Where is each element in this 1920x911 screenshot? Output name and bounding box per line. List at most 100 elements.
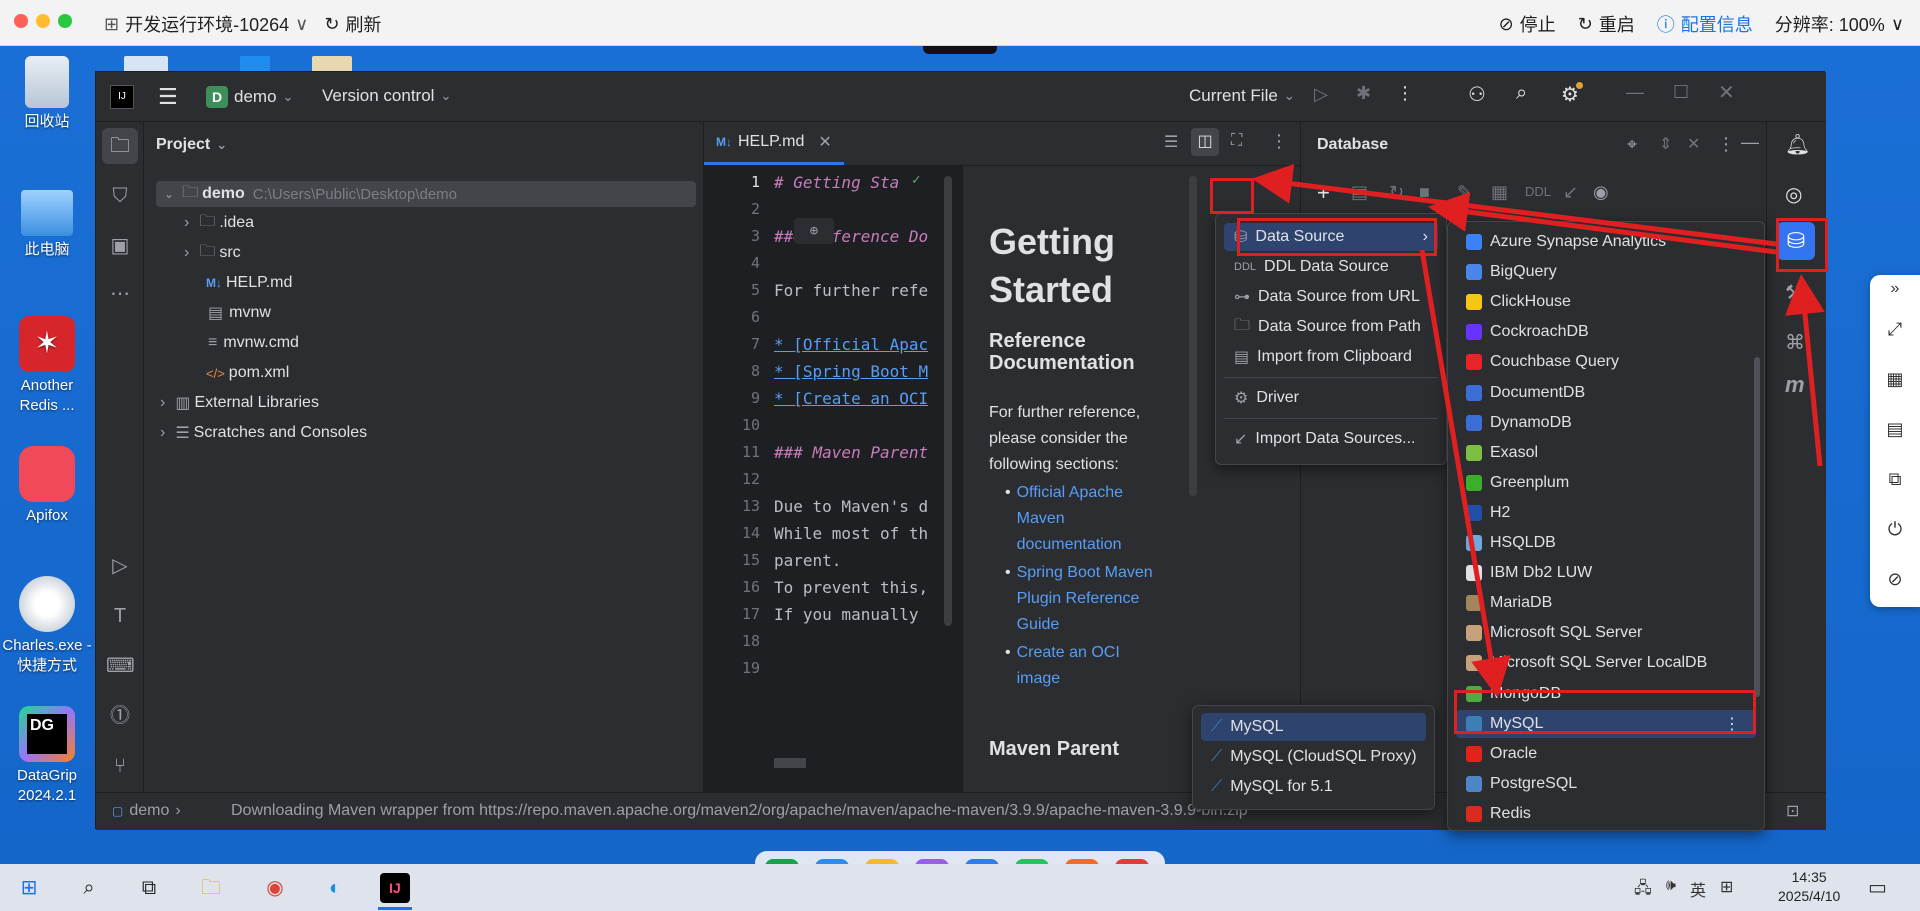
status-breadcrumb[interactable]: demo [129, 802, 169, 820]
editor-only-icon[interactable]: ☰ [1164, 132, 1178, 152]
restart-button[interactable]: ↻ 重启 [1578, 11, 1635, 37]
preview-link[interactable]: Create an OCI image [1017, 640, 1155, 692]
run-icon[interactable]: ▷ [1314, 84, 1328, 105]
hide-panel-icon[interactable]: — [1741, 132, 1759, 153]
code-area[interactable]: # Getting Sta ### Reference Do For furth… [774, 166, 974, 792]
refresh-icon[interactable]: ↻ [1389, 182, 1404, 203]
intellij-logo-icon[interactable]: IJ [110, 85, 134, 109]
network-icon[interactable]: 🖧 [1634, 877, 1652, 904]
tree-row-pom[interactable]: </> pom.xml [144, 360, 704, 386]
submenu-item-mysql-cloudsql[interactable]: ⟋ MySQL (CloudSQL Proxy) [1201, 743, 1426, 771]
more-vertical-icon[interactable]: ⋮ [1396, 83, 1414, 104]
datasource-scrollbar[interactable] [1754, 357, 1760, 697]
volume-icon[interactable]: 🕪 [1666, 877, 1676, 904]
desktop-icon-apifox[interactable]: Apifox [2, 446, 92, 526]
ddl-button[interactable]: DDL [1525, 184, 1551, 199]
tree-row-idea[interactable]: › 🗀 .idea [144, 210, 704, 236]
chevron-right-icon[interactable]: › [184, 244, 189, 262]
datasource-item[interactable]: Oracle [1456, 740, 1756, 768]
desktop-icon-another-redis[interactable]: ✶ Another Redis ... [2, 316, 92, 416]
split-view-icon[interactable]: ◫ [1191, 128, 1219, 156]
task-view-icon[interactable]: ⧉ [134, 873, 164, 903]
datasource-item[interactable]: Microsoft SQL Server LocalDB [1456, 649, 1756, 677]
menu-item-driver[interactable]: ⚙ Driver [1224, 384, 1438, 412]
chrome-icon[interactable]: ◉ [260, 873, 290, 903]
jump-icon[interactable]: ↙ [1563, 182, 1578, 203]
copy-icon[interactable]: ⧉ [1883, 467, 1907, 491]
datasource-item[interactable]: Redis [1456, 800, 1756, 828]
fullscreen-icon[interactable]: ⤢ [1883, 317, 1907, 341]
env-selector[interactable]: 开发运行环境-10264 [125, 11, 289, 37]
tree-row-external-libraries[interactable]: › ▥ External Libraries [144, 390, 704, 416]
debug-bug-icon[interactable]: ✱ [1356, 83, 1371, 104]
chevron-right-icon[interactable]: › [160, 394, 165, 412]
tree-row-help[interactable]: M↓ HELP.md [144, 270, 704, 296]
project-selector[interactable]: demo [234, 87, 277, 107]
desktop-icon-recycle-bin[interactable]: 回收站 [2, 56, 92, 132]
ime-mode-icon[interactable]: ⊞ [1720, 877, 1733, 904]
horizontal-scrollbar[interactable] [774, 758, 806, 768]
datasource-item[interactable]: ClickHouse [1456, 288, 1756, 316]
datasource-item[interactable]: H2 [1456, 499, 1756, 527]
search-icon[interactable]: ⌕ [74, 873, 104, 903]
power-icon[interactable]: ⏻ [1883, 517, 1907, 541]
endpoints-icon[interactable]: ⌘ [1785, 330, 1805, 355]
edit-icon[interactable]: ✎ [1457, 182, 1472, 203]
preview-link[interactable]: Official Apache Maven documentation [1017, 480, 1155, 558]
chevron-down-icon[interactable]: ⌄ [164, 187, 174, 201]
properties-icon[interactable]: ▤ [1351, 182, 1368, 203]
problems-icon[interactable]: ⓵ [106, 702, 134, 730]
services-icon[interactable]: ▷ [106, 552, 134, 580]
inspection-widget-icon[interactable]: ⊕ [794, 218, 834, 244]
datasource-item[interactable]: HSQLDB [1456, 529, 1756, 557]
locate-crosshair-icon[interactable]: ⌖ [1627, 134, 1637, 155]
ime-indicator[interactable]: 英 [1690, 877, 1706, 904]
tree-row-scratches[interactable]: › ☰ Scratches and Consoles [144, 420, 704, 446]
refresh-button[interactable]: 刷新 [345, 11, 381, 37]
project-panel-title[interactable]: Project [156, 136, 210, 154]
refresh-icon[interactable]: ↻ [324, 14, 339, 35]
hide-eye-icon[interactable]: ⊘ [1883, 567, 1907, 591]
resolution-selector[interactable]: 分辨率: 100% ∨ [1775, 11, 1904, 37]
vcs-selector[interactable]: Version control [322, 86, 434, 106]
datasource-item[interactable]: IBM Db2 LUW [1456, 559, 1756, 587]
window-maximize-icon[interactable]: ☐ [1673, 82, 1689, 103]
preview-link[interactable]: Spring Boot Maven Plugin Reference Guide [1017, 560, 1155, 638]
chevron-right-icon[interactable]: › [160, 424, 165, 442]
notification-center-icon[interactable]: ▭ [1868, 875, 1887, 900]
more-vertical-icon[interactable]: ⋮ [1717, 134, 1735, 155]
datasource-item[interactable]: Greenplum [1456, 469, 1756, 497]
ai-assistant-icon[interactable]: ◎ [1785, 182, 1802, 207]
submenu-item-mysql-51[interactable]: ⟋ MySQL for 5.1 [1201, 773, 1426, 801]
clock[interactable]: 14:35 2025/4/10 [1778, 868, 1840, 906]
config-button[interactable]: ⓘ 配置信息 [1657, 11, 1753, 37]
expand-icon[interactable]: ⇕ [1659, 134, 1672, 154]
window-close-icon[interactable]: ✕ [1718, 80, 1735, 105]
hamburger-menu-icon[interactable]: ☰ [158, 84, 178, 110]
datasource-item[interactable]: CockroachDB [1456, 318, 1756, 346]
structure-icon[interactable]: ▣ [106, 232, 134, 260]
add-plus-icon[interactable]: + [1317, 180, 1330, 206]
datasource-item[interactable]: DocumentDB [1456, 379, 1756, 407]
add-user-icon[interactable]: ⚇ [1468, 82, 1486, 107]
intellij-taskbar-icon[interactable]: IJ [380, 873, 410, 903]
collapse-chevrons-icon[interactable]: » [1883, 277, 1907, 301]
menu-item-ddl-data-source[interactable]: DDL DDL Data Source [1224, 253, 1438, 281]
desktop-icon-charles[interactable]: Charles.exe - 快捷方式 [2, 576, 92, 676]
learn-cap-icon[interactable]: ⛉ [106, 182, 134, 210]
maximize-dot-icon[interactable] [58, 14, 72, 28]
datasource-item[interactable]: BigQuery [1456, 258, 1756, 286]
preview-only-icon[interactable]: ⛶ [1231, 132, 1242, 150]
layout-icon[interactable]: ▦ [1883, 367, 1907, 391]
menu-item-data-source-path[interactable]: 🗀 Data Source from Path [1224, 313, 1438, 341]
lock-icon[interactable]: ⊡ [1786, 801, 1799, 821]
tree-row-mvnw-cmd[interactable]: ≡ mvnw.cmd [144, 330, 704, 356]
notifications-bell-icon[interactable]: 🔔︎ [1785, 132, 1810, 157]
maven-m-icon[interactable]: m [1785, 372, 1805, 398]
menu-item-data-source-url[interactable]: ⊶ Data Source from URL [1224, 283, 1438, 311]
chevron-down-icon[interactable]: ∨ [295, 14, 308, 35]
window-minimize-icon[interactable]: — [1626, 82, 1644, 103]
menu-item-import-data-sources[interactable]: ↙ Import Data Sources... [1224, 425, 1438, 453]
desktop-icon-this-pc[interactable]: 此电脑 [2, 190, 92, 260]
collapse-icon[interactable]: ✕ [1687, 134, 1700, 154]
